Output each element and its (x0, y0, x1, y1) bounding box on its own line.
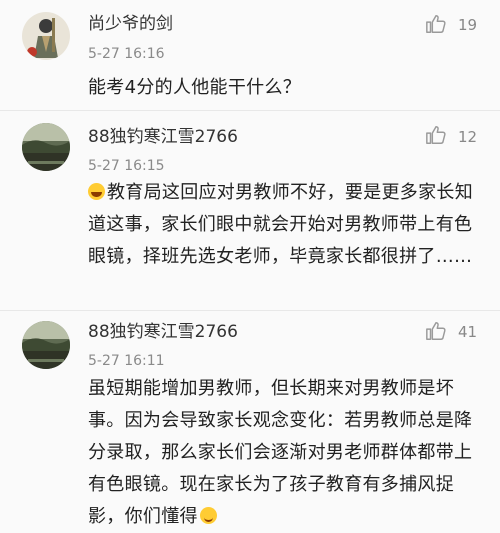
comment-text-body: 虽短期能增加男教师，但长期来对男教师是坏事。因为会导致家长观念变化：若男教师总是… (88, 378, 473, 527)
shy-smile-emoji-icon (199, 507, 217, 524)
timestamp: 5-27 16:16 (88, 46, 165, 62)
comment-text: 虽短期能增加男教师，但长期来对男教师是坏事。因为会导致家长观念变化：若男教师总是… (88, 373, 488, 533)
like-button[interactable] (425, 13, 447, 35)
like-button[interactable] (425, 320, 447, 342)
like-button[interactable] (425, 124, 447, 146)
avatar[interactable] (22, 12, 70, 60)
landscape-photo-icon (22, 321, 70, 369)
thumbs-up-icon (426, 322, 446, 340)
timestamp: 5-27 16:11 (88, 353, 165, 369)
comment-text-body: 能考4分的人他能干什么？ (88, 77, 302, 98)
landscape-photo-icon (22, 123, 70, 171)
laughing-emoji-icon (88, 183, 105, 200)
comment-item: 尚少爷的剑 5-27 16:16 19 能考4分的人他能干什么？ (0, 0, 500, 110)
comment-text-body: 教育局这回应对男教师不好，要是更多家长知道这事，家长们眼中就会开始对男教师带上有… (88, 182, 473, 267)
avatar[interactable] (22, 321, 70, 369)
username[interactable]: 88独钓寒江雪2766 (88, 322, 238, 342)
like-count: 19 (458, 16, 478, 34)
like-count: 41 (458, 323, 478, 341)
avatar[interactable] (22, 123, 70, 171)
timestamp: 5-27 16:15 (88, 158, 165, 174)
username[interactable]: 尚少爷的剑 (88, 14, 173, 34)
comment-text: 能考4分的人他能干什么？ (88, 72, 488, 104)
comment-item: 88独钓寒江雪2766 5-27 16:15 12 教育局这回应对男教师不好，要… (0, 111, 500, 311)
thumbs-up-icon (426, 126, 446, 144)
username[interactable]: 88独钓寒江雪2766 (88, 127, 238, 147)
comment-text: 教育局这回应对男教师不好，要是更多家长知道这事，家长们眼中就会开始对男教师带上有… (88, 177, 488, 273)
thumbs-up-icon (426, 15, 446, 33)
comment-item: 88独钓寒江雪2766 5-27 16:11 41 虽短期能增加男教师，但长期来… (0, 311, 500, 531)
like-count: 12 (458, 128, 478, 146)
warrior-portrait-icon (22, 12, 70, 60)
